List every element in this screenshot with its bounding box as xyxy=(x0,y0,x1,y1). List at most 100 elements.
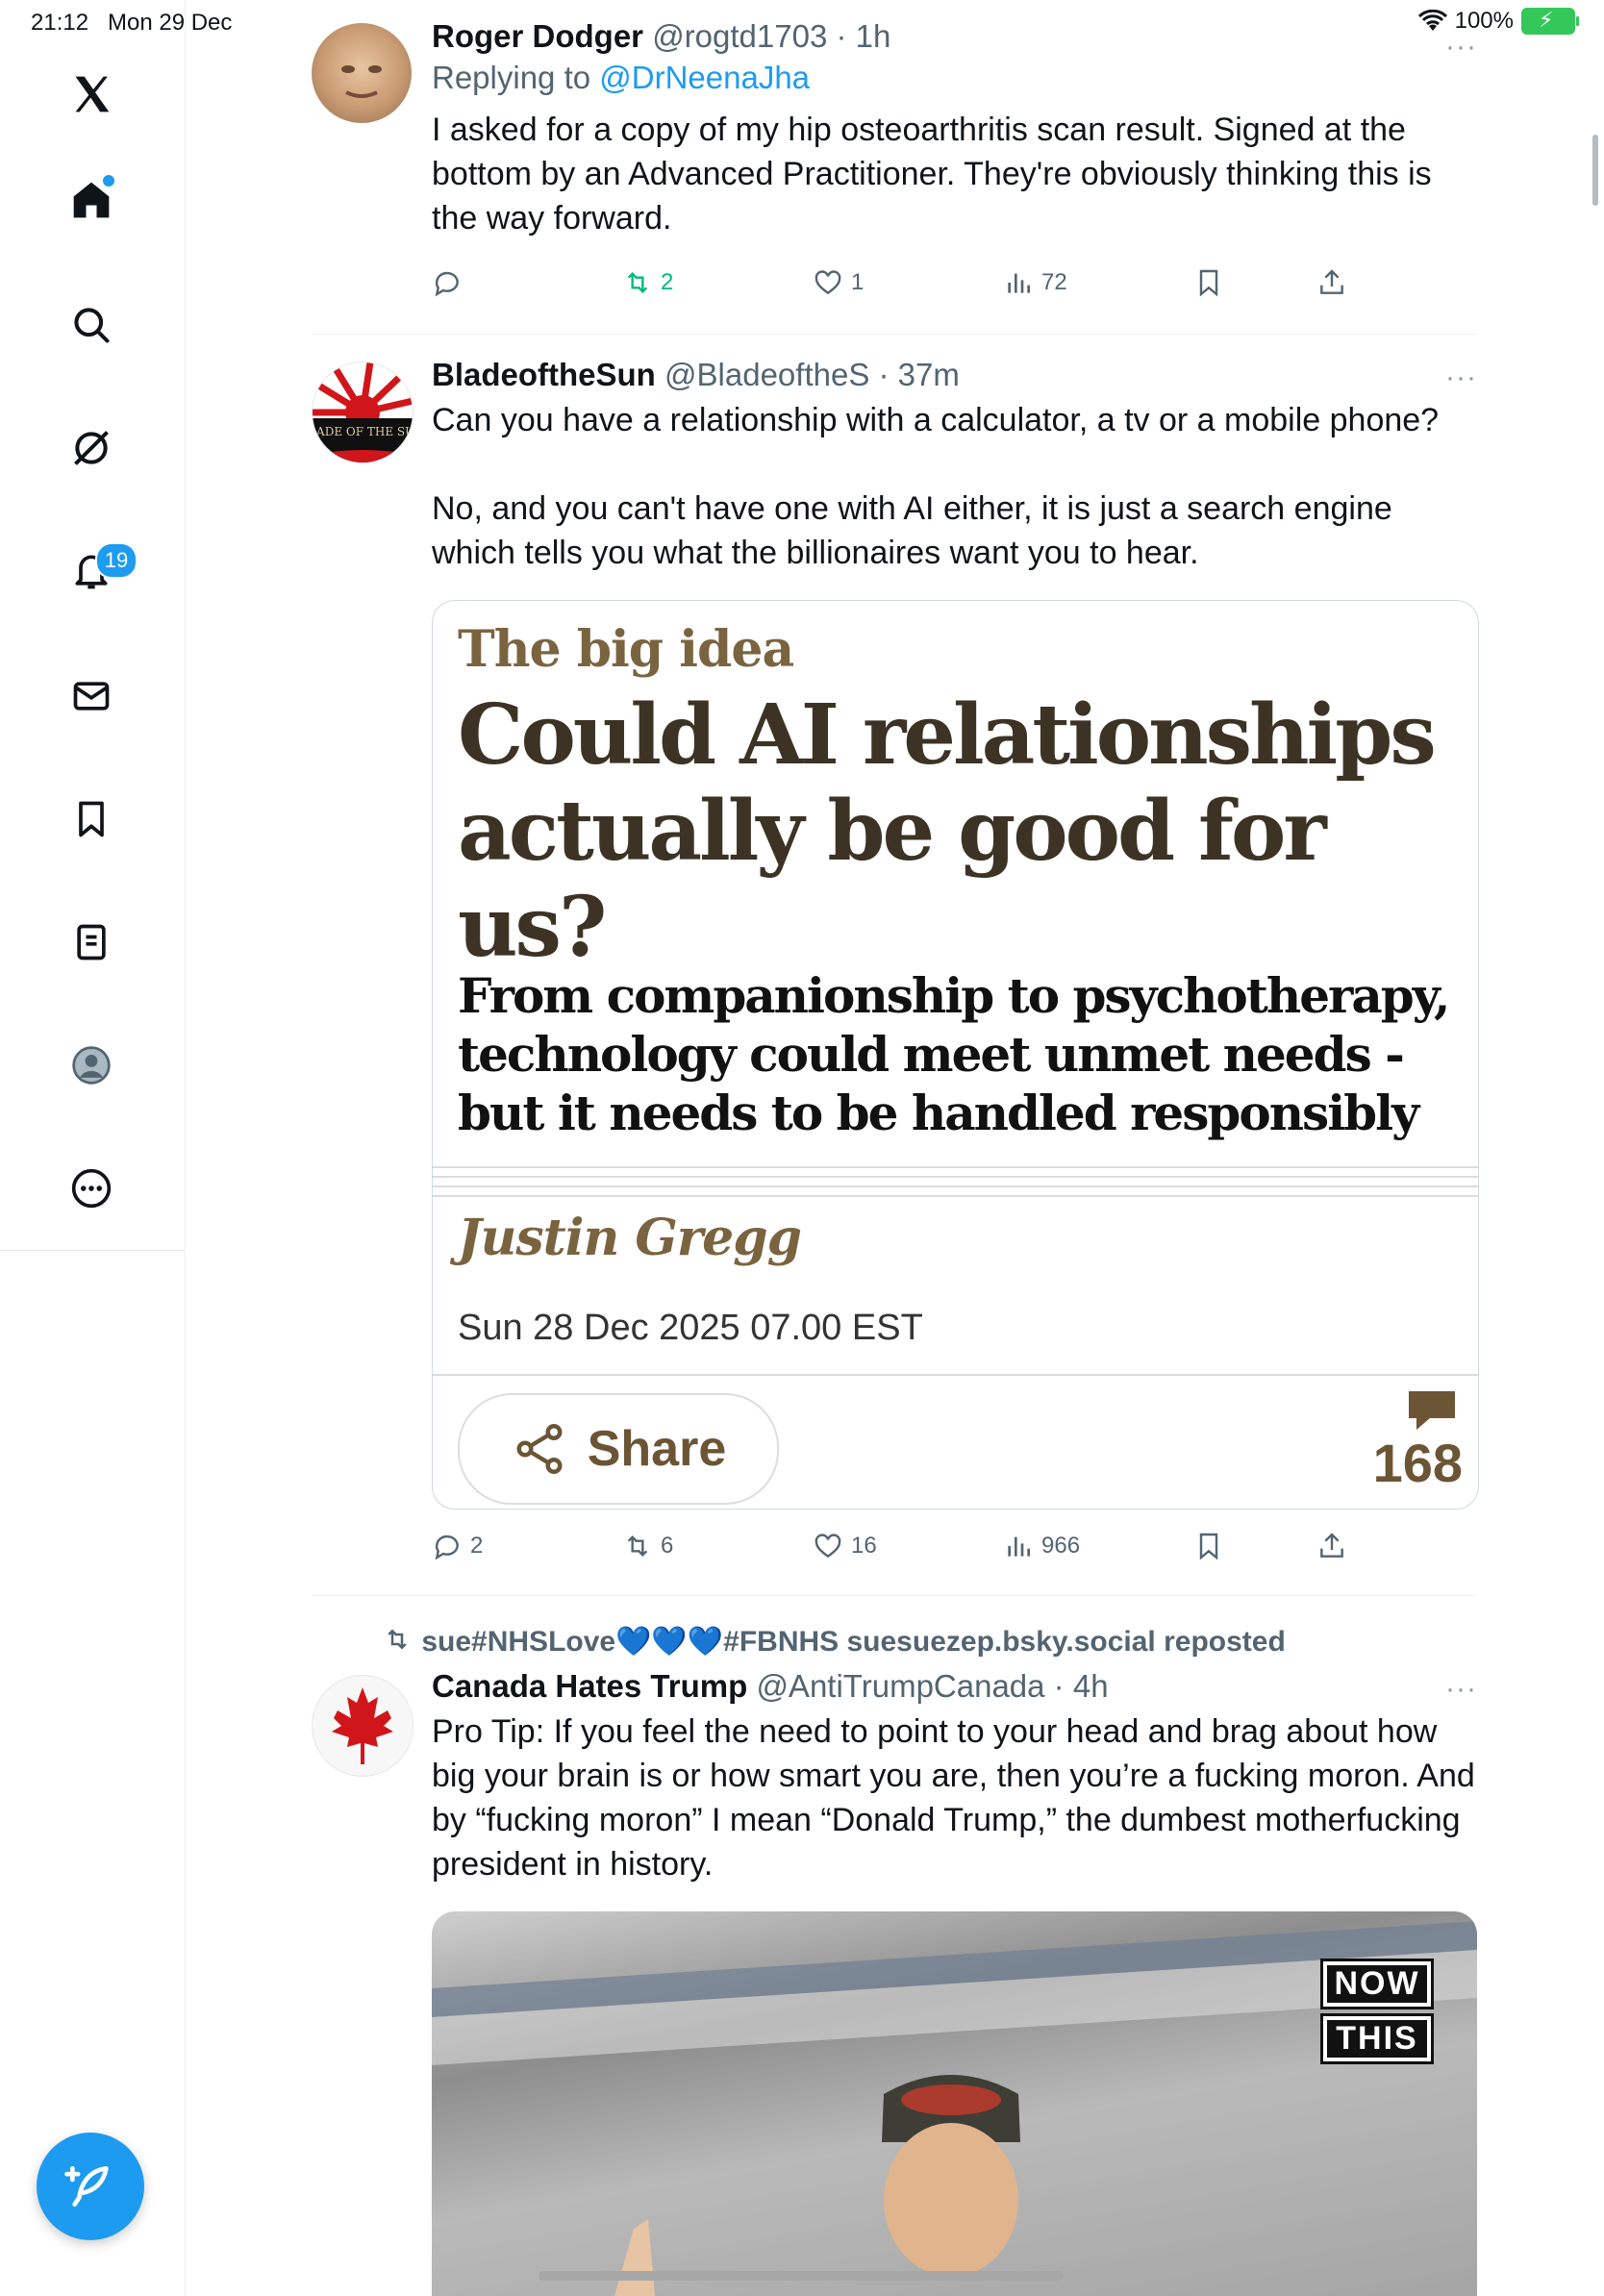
sidebar-item-grok[interactable] xyxy=(57,413,126,483)
tweet-video[interactable]: NOW THIS xyxy=(432,1911,1477,2296)
sidebar-item-messages[interactable] xyxy=(57,661,126,731)
bookmarks-icon xyxy=(79,801,104,837)
article-card-image[interactable]: The big idea Could AI relationships actu… xyxy=(432,600,1479,1510)
share-button[interactable] xyxy=(1316,1531,1347,1561)
repost-button[interactable]: 6 xyxy=(622,1531,673,1561)
views-button[interactable]: 72 xyxy=(1003,267,1067,298)
article-headline: Could AI relationships actually be good … xyxy=(458,686,1437,976)
card-rule xyxy=(433,1195,1478,1197)
sidebar-divider xyxy=(0,1250,185,1251)
tweet-body: Canada Hates Trump @AntiTrumpCanada · 4h… xyxy=(432,1667,1477,1886)
avatar-face-image xyxy=(341,65,382,98)
reply-button[interactable] xyxy=(432,267,470,298)
author-name[interactable]: Roger Dodger xyxy=(432,18,643,54)
sidebar: 19 xyxy=(0,0,186,2296)
reposted-by-text[interactable]: sue#NHSLove💙💙💙#FBNHS suesuezep.bsky.soci… xyxy=(421,1626,1285,1658)
tweet-header: Roger Dodger @rogtd1703 · 1h xyxy=(432,18,891,54)
tweet-header: Canada Hates Trump @AntiTrumpCanada · 4h xyxy=(432,1668,1109,1704)
replying-to-label: Replying to xyxy=(432,60,600,95)
card-rule xyxy=(433,1185,1478,1187)
reply-count: 2 xyxy=(470,1533,484,1559)
sidebar-item-profile[interactable] xyxy=(57,1031,126,1100)
video-frame-image xyxy=(432,1921,1477,2296)
repost-small-icon xyxy=(381,1625,414,1661)
like-button[interactable]: 16 xyxy=(813,1531,877,1561)
avatar[interactable] xyxy=(312,23,412,123)
reposted-by: sue#NHSLove💙💙💙#FBNHS suesuezep.bsky.soci… xyxy=(381,1625,1286,1661)
sidebar-item-home[interactable] xyxy=(57,165,126,235)
tweet-time[interactable]: 37m xyxy=(898,357,960,392)
repost-count: 2 xyxy=(661,269,674,295)
share-nodes-icon xyxy=(516,1424,563,1474)
card-rule xyxy=(433,1166,1478,1168)
reply-icon xyxy=(435,271,459,297)
share-button[interactable] xyxy=(1316,267,1347,298)
more-options-icon[interactable]: ··· xyxy=(1445,362,1477,394)
sidebar-item-search[interactable] xyxy=(57,290,126,360)
article-share-label: Share xyxy=(587,1421,727,1477)
tweet[interactable]: BLADE OF THE SUN BladeoftheSun @Bladeoft… xyxy=(312,335,1479,1596)
article-comments: 168 xyxy=(1373,1389,1463,1494)
avatar[interactable] xyxy=(312,1675,414,1777)
x-logo-icon[interactable] xyxy=(57,60,126,129)
like-button[interactable]: 1 xyxy=(813,267,864,298)
view-count: 72 xyxy=(1041,269,1067,295)
article-kicker: The big idea xyxy=(458,620,794,679)
more-options-icon[interactable]: ··· xyxy=(1445,31,1477,63)
profile-icon xyxy=(72,1046,111,1085)
repost-button[interactable]: 2 xyxy=(622,267,673,298)
author-handle[interactable]: @AntiTrumpCanada xyxy=(756,1668,1044,1704)
tweet-header: BladeoftheSun @BladeoftheS · 37m xyxy=(432,357,960,392)
nowthis-logo: NOW THIS xyxy=(1320,1959,1434,2071)
messages-icon xyxy=(73,682,110,711)
tweet-body: Roger Dodger @rogtd1703 · 1h Replying to… xyxy=(432,17,1477,240)
tweet-text: I asked for a copy of my hip osteoarthri… xyxy=(432,112,1441,237)
sidebar-item-bookmarks[interactable] xyxy=(57,785,126,854)
bookmark-icon xyxy=(1199,1533,1218,1560)
sidebar-item-notifications[interactable]: 19 xyxy=(57,537,138,606)
views-icon xyxy=(1008,273,1030,293)
reply-icon xyxy=(435,1535,459,1560)
view-count: 966 xyxy=(1041,1533,1081,1559)
tweet[interactable]: Roger Dodger @rogtd1703 · 1h Replying to… xyxy=(312,0,1477,335)
search-icon xyxy=(74,308,110,343)
bookmark-icon xyxy=(1199,269,1218,297)
lists-icon xyxy=(77,924,106,961)
tweet-actions: 2 1 72 xyxy=(432,267,1393,306)
author-name[interactable]: BladeoftheSun xyxy=(432,357,656,392)
like-count: 1 xyxy=(851,269,865,295)
author-name[interactable]: Canada Hates Trump xyxy=(432,1668,747,1704)
repost-icon xyxy=(627,1535,648,1558)
compose-button[interactable] xyxy=(37,2133,144,2240)
card-rule xyxy=(433,1176,1478,1178)
avatar[interactable]: BLADE OF THE SUN xyxy=(312,362,414,463)
tweet-text: Pro Tip: If you feel the need to point t… xyxy=(432,1713,1485,1883)
author-handle[interactable]: @BladeoftheS xyxy=(664,357,869,392)
tweet-time[interactable]: 1h xyxy=(856,18,891,54)
bookmark-button[interactable] xyxy=(1193,1531,1224,1561)
home-indicator[interactable] xyxy=(539,2271,1064,2281)
sidebar-item-more[interactable] xyxy=(57,1154,126,1223)
article-standfirst: From companionship to psychotherapy, tec… xyxy=(458,967,1450,1141)
reply-button[interactable]: 2 xyxy=(432,1531,483,1561)
nowthis-logo-top: NOW xyxy=(1320,1959,1434,2009)
bookmark-button[interactable] xyxy=(1193,267,1224,298)
views-button[interactable]: 966 xyxy=(1003,1531,1080,1561)
tweet-time[interactable]: 4h xyxy=(1073,1668,1109,1704)
tweet[interactable]: sue#NHSLove💙💙💙#FBNHS suesuezep.bsky.soci… xyxy=(312,1596,1477,2296)
sidebar-item-lists[interactable] xyxy=(57,908,126,977)
more-options-icon[interactable]: ··· xyxy=(1445,1673,1477,1706)
views-icon xyxy=(1008,1536,1030,1557)
notification-badge: 19 xyxy=(95,542,138,579)
article-byline: Justin Gregg xyxy=(458,1209,802,1267)
reply-to-link[interactable]: @DrNeenaJha xyxy=(599,60,810,95)
nowthis-logo-bottom: THIS xyxy=(1320,2013,1434,2064)
card-rule xyxy=(433,1374,1478,1376)
share-icon xyxy=(1320,1533,1343,1558)
repost-count: 6 xyxy=(661,1533,674,1559)
author-handle[interactable]: @rogtd1703 xyxy=(652,18,827,54)
scrollbar[interactable] xyxy=(1592,135,1598,206)
repost-icon xyxy=(627,271,648,294)
maple-leaf-icon xyxy=(332,1687,393,1764)
article-dateline: Sun 28 Dec 2025 07.00 EST xyxy=(458,1308,923,1348)
